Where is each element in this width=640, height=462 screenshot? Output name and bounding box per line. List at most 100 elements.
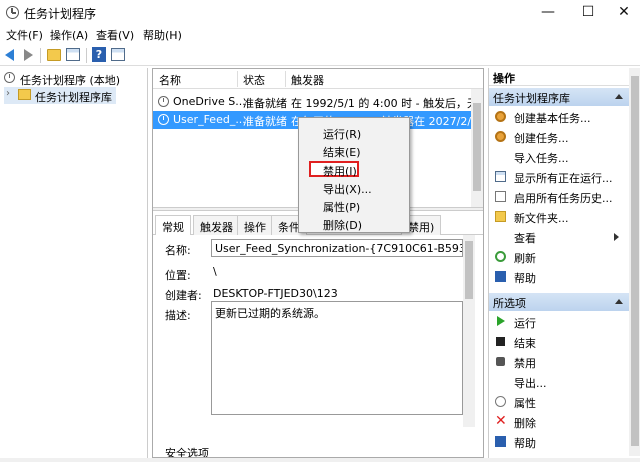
properties-clock-icon (495, 396, 506, 407)
stop-icon (496, 337, 505, 346)
action-label: 帮助 (514, 437, 536, 450)
clock-icon (158, 114, 169, 125)
maximize-button[interactable]: ☐ (568, 0, 608, 26)
menu-file[interactable]: 文件(F) (6, 27, 43, 43)
name-field[interactable]: User_Feed_Synchronization-{7C910C61-B593… (211, 239, 463, 257)
expand-chevron-icon[interactable]: › (6, 88, 10, 99)
ctx-run[interactable]: 运行(R) (323, 126, 361, 142)
action-run[interactable]: 运行 (489, 312, 629, 331)
tree-root[interactable]: 任务计划程序 (本地) (0, 70, 147, 87)
actions-scrollbar[interactable] (629, 68, 640, 456)
action-label: 创建任务... (514, 132, 569, 145)
task-list-scrollbar[interactable] (471, 89, 483, 207)
tab-triggers[interactable]: 触发器 (193, 215, 240, 235)
collapse-arrow-icon[interactable] (615, 94, 623, 99)
folder-icon (495, 211, 506, 222)
clock-icon (4, 72, 15, 83)
gear-icon (495, 111, 506, 122)
column-divider[interactable] (285, 71, 286, 87)
column-trigger[interactable]: 触发器 (291, 72, 324, 88)
status-bar (0, 458, 640, 462)
show-hide-panel-icon[interactable] (66, 48, 80, 61)
menu-view[interactable]: 查看(V) (96, 27, 134, 43)
section-selected[interactable]: 所选项 (489, 293, 629, 311)
help-icon[interactable]: ? (92, 47, 106, 62)
section-selected-label: 所选项 (493, 297, 526, 310)
ctx-end[interactable]: 结束(E) (323, 144, 361, 160)
menu-action[interactable]: 操作(A) (50, 27, 88, 43)
action-label: 导入任务... (514, 152, 569, 165)
action-label: 创建基本任务... (514, 112, 591, 125)
history-icon (495, 191, 506, 202)
toolbar: ? (0, 44, 640, 66)
forward-arrow-icon[interactable] (24, 49, 33, 61)
action-enable-history[interactable]: 启用所有任务历史... (489, 187, 629, 206)
action-create-basic-task[interactable]: 创建基本任务... (489, 107, 629, 126)
ctx-properties[interactable]: 属性(P) (323, 199, 360, 215)
action-create-task[interactable]: 创建任务... (489, 127, 629, 146)
detail-panel: 名称: User_Feed_Synchronization-{7C910C61-… (153, 235, 483, 458)
action-label: 刷新 (514, 252, 536, 265)
back-arrow-icon[interactable] (5, 49, 14, 61)
action-label: 属性 (514, 397, 536, 410)
ctx-export[interactable]: 导出(X)... (323, 181, 372, 197)
action-help[interactable]: 帮助 (489, 267, 629, 286)
collapse-arrow-icon[interactable] (615, 299, 623, 304)
author-label: 创建者: (165, 289, 202, 302)
author-value: DESKTOP-FTJED30\123 (213, 287, 338, 300)
action-label: 新文件夹... (514, 212, 569, 225)
tab-general[interactable]: 常规 (155, 215, 191, 236)
clock-icon (158, 96, 169, 107)
actions-header: 操作 (489, 68, 629, 86)
tab-actions[interactable]: 操作 (237, 215, 273, 235)
refresh-icon (495, 251, 506, 262)
security-options-label: 安全选项 (165, 447, 209, 458)
action-label: 结束 (514, 337, 536, 350)
description-field[interactable]: 更新已过期的系统源。 (211, 301, 463, 415)
scrollbar-thumb[interactable] (473, 103, 481, 191)
action-end[interactable]: 结束 (489, 332, 629, 351)
window-title: 任务计划程序 (24, 7, 97, 21)
actions-pane: 操作 任务计划程序库 创建基本任务... 创建任务... 导入任务... 显示所… (488, 68, 640, 458)
detail-scrollbar[interactable] (463, 235, 475, 427)
action-properties[interactable]: 属性 (489, 392, 629, 411)
column-divider[interactable] (237, 71, 238, 87)
action-new-folder[interactable]: 新文件夹... (489, 207, 629, 226)
running-tasks-icon (495, 171, 506, 182)
task-list-header: 名称 状态 触发器 (153, 69, 483, 89)
action-delete[interactable]: ✕ 删除 (489, 412, 629, 431)
toolbar-separator (40, 48, 41, 63)
action-export[interactable]: 导出... (489, 372, 629, 391)
scrollbar-thumb[interactable] (465, 241, 473, 299)
column-status[interactable]: 状态 (243, 72, 265, 88)
close-button[interactable]: ✕ (604, 0, 640, 26)
action-label: 显示所有正在运行... (514, 172, 613, 185)
folder-icon (18, 89, 31, 100)
help-icon (495, 436, 506, 447)
ctx-delete[interactable]: 删除(D) (323, 217, 362, 233)
action-refresh[interactable]: 刷新 (489, 247, 629, 266)
action-help-selected[interactable]: 帮助 (489, 432, 629, 451)
tree-item-library[interactable]: › 任务计划程序库 (4, 87, 116, 104)
properties-panel-icon[interactable] (111, 48, 125, 61)
action-view[interactable]: 查看 (489, 227, 629, 246)
column-name[interactable]: 名称 (159, 72, 181, 88)
scrollbar-thumb[interactable] (631, 76, 639, 446)
action-label: 查看 (514, 232, 536, 245)
action-disable[interactable]: 禁用 (489, 352, 629, 371)
menu-help[interactable]: 帮助(H) (143, 27, 182, 43)
up-folder-icon[interactable] (47, 49, 61, 61)
action-show-running[interactable]: 显示所有正在运行... (489, 167, 629, 186)
play-icon (497, 316, 505, 326)
task-trigger: 在 1992/5/1 的 4:00 时 - 触发后，无限期地 (291, 97, 483, 110)
action-import-task[interactable]: 导入任务... (489, 147, 629, 166)
title-bar: 任务计划程序 — ☐ ✕ (0, 0, 640, 26)
task-status: 准备就绪 (243, 115, 287, 128)
minimize-button[interactable]: — (528, 0, 568, 26)
section-library[interactable]: 任务计划程序库 (489, 88, 629, 106)
task-row[interactable]: OneDrive S... 准备就绪 在 1992/5/1 的 4:00 时 -… (153, 93, 483, 111)
context-menu: 运行(R) 结束(E) 禁用(I) 导出(X)... 属性(P) 删除(D) (298, 117, 410, 233)
delete-x-icon: ✕ (495, 413, 507, 429)
ctx-disable[interactable]: 禁用(I) (323, 163, 357, 179)
section-library-label: 任务计划程序库 (493, 92, 570, 105)
